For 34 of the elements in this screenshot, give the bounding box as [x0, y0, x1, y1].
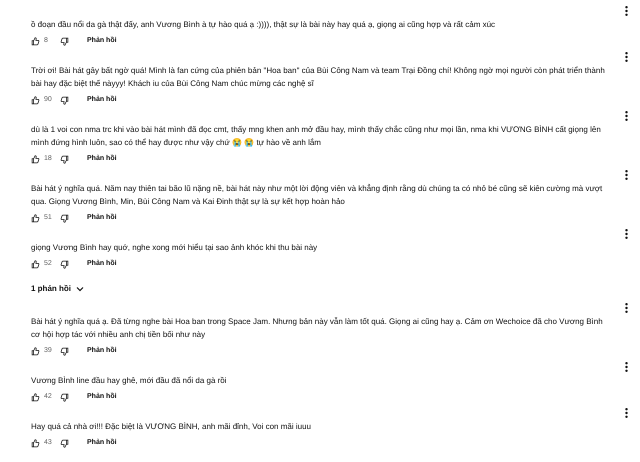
more-options-icon[interactable]	[625, 362, 628, 372]
thumbs-up-icon[interactable]	[31, 154, 40, 164]
comment-text: Vương BÌnh line đầu hay ghê, mới đầu đã nổi da gà rồi	[31, 375, 228, 387]
comment-text: Hay quá cả nhà ơi!!! Đặc biệt là VƯƠNG BÌNH, anh mãi đỉnh, Voi con mãi iuuu	[31, 421, 312, 433]
more-options-icon[interactable]	[625, 170, 628, 180]
more-options-icon[interactable]	[625, 408, 628, 418]
thumbs-up-icon[interactable]	[31, 96, 40, 104]
thumbs-down-icon[interactable]	[60, 36, 69, 46]
comment-text: ồ đoạn đầu nổi da gà thật đấy, anh Vương Bình à tự hào quá ạ :)))), thật sự là bài này hay quá ạ, giọng ai cũng hợp và rất cảm xúc	[31, 19, 496, 31]
show-replies-button[interactable]: 1 phản hồi	[31, 283, 84, 295]
thumbs-up-icon[interactable]	[31, 214, 40, 222]
comment-text: giọng Vương Bình hay quớ, nghe xong mới hiểu tại sao ảnh khóc khi thu bài này	[31, 242, 318, 254]
more-options-icon[interactable]	[625, 52, 628, 62]
more-options-icon[interactable]	[625, 229, 628, 239]
more-options-icon[interactable]	[625, 6, 628, 16]
thumbs-down-icon[interactable]	[60, 438, 69, 448]
thumbs-up-icon[interactable]	[31, 346, 40, 356]
more-options-icon[interactable]	[625, 303, 628, 313]
thumbs-down-icon[interactable]	[60, 392, 69, 402]
thumbs-up-icon[interactable]	[31, 392, 40, 402]
thumbs-up-icon[interactable]	[31, 36, 40, 46]
comment-text: Trời ơi! Bài hát gây bất ngờ quá! Mình là fan cứng của phiên bản "Hoa ban" của Bùi Công Nam và team Trại Đồng chí! Không ngờ mọi người còn phát triển thành bài hay đặc biệt thế nàyyy! Khách iu của Bùi Công Nam chúc mừng các nghệ sĩ	[31, 65, 606, 90]
comment-text: dù là 1 voi con nma trc khi vào bài hát mình đã đọc cmt, thấy mng khen anh mở đầu hay, mình thấy chắc cũng như mọi lần, nma khi VƯƠNG BÌNH cất giọng lên mình đứng hình luôn, sao có thể hay được như vậy chứ 😭 😭 tự hào về anh lắm	[31, 124, 602, 149]
chevron-icon	[76, 286, 84, 292]
comment-text: Bài hát ý nghĩa quá. Năm nay thiên tai bão lũ nặng nề, bài hát này như một lời động viên và khẳng định rằng dù chúng ta có nhỏ bé cũng sẽ kiên cường mà vượt qua. Giọng Vương Bình, Min, Bùi Công Nam và Kai Đinh thật sự là sự kết hợp hoàn hảo	[31, 182, 604, 208]
thumbs-down-icon[interactable]	[60, 260, 69, 268]
thumbs-down-icon[interactable]	[60, 96, 69, 104]
comment-text: Bài hát ý nghĩa quá ạ. Đã từng nghe bài Hoa ban trong Space Jam. Nhưng bản này vẫn làm tốt quá. Giọng ai cũng hay ạ. Cảm ơn Wechoice đã cho Vương Bình cơ hội hợp tác với nhiều anh chị tiền bối như này	[31, 316, 604, 341]
thumbs-down-icon[interactable]	[60, 154, 69, 164]
thumbs-up-icon[interactable]	[31, 260, 40, 268]
thumbs-down-icon[interactable]	[60, 214, 69, 222]
thumbs-down-icon[interactable]	[60, 346, 69, 356]
more-options-icon[interactable]	[625, 111, 628, 121]
thumbs-up-icon[interactable]	[31, 438, 40, 448]
